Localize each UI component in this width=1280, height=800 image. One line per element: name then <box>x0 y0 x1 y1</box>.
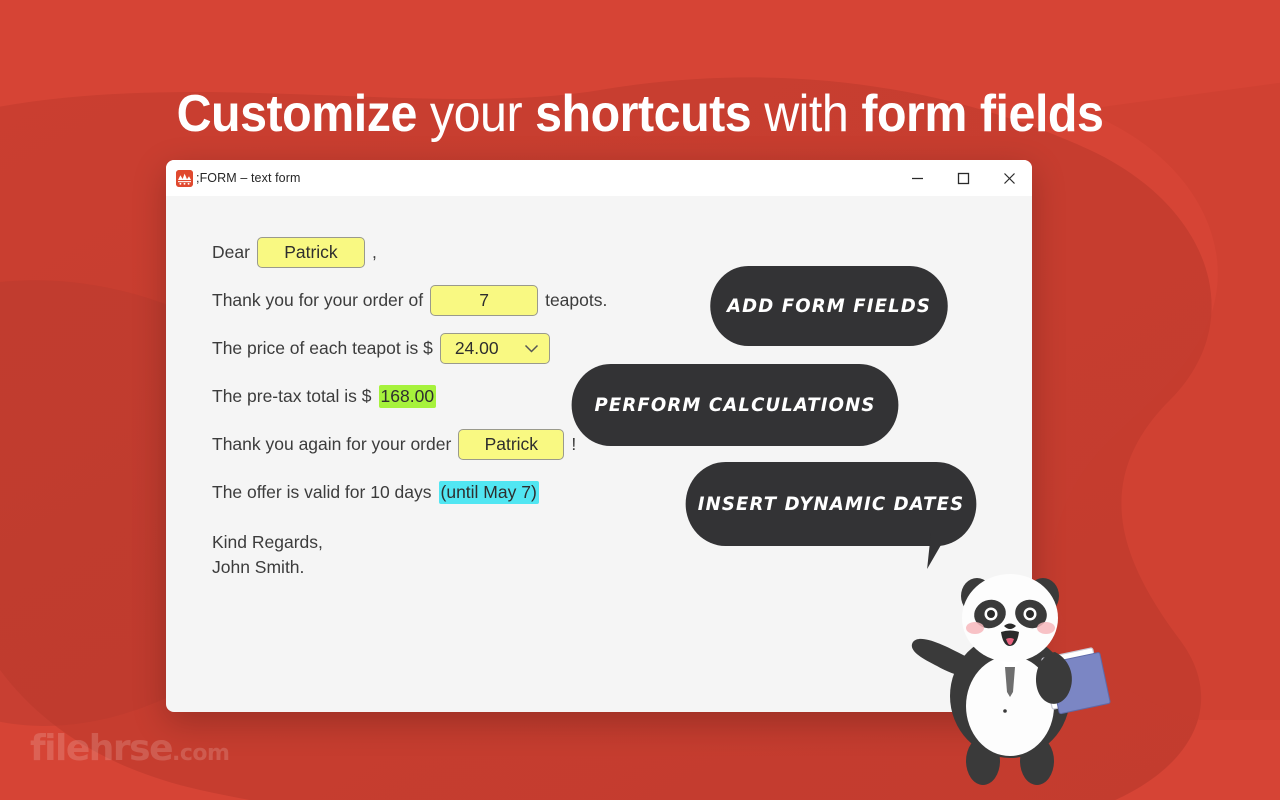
minimize-icon[interactable] <box>894 160 940 196</box>
callout-label-2: Perform calculations <box>594 394 876 416</box>
price-dropdown[interactable]: 24.00 <box>439 332 550 364</box>
watermark-brand-rest: rse <box>112 728 174 769</box>
window-title: ;FORM – text form <box>196 171 301 185</box>
headline-part-1: Customize <box>176 84 418 143</box>
order-suffix: teapots. <box>545 289 608 310</box>
callout-label-1: Add form fields <box>726 295 932 317</box>
calculated-total: 168.00 <box>378 384 437 408</box>
thanks-prefix: Thank you again for your order <box>212 433 452 454</box>
name-field[interactable]: Patrick <box>256 236 365 268</box>
watermark-brand-first: file <box>30 728 90 769</box>
total-prefix: The pre-tax total is $ <box>212 385 372 406</box>
app-icon <box>176 169 193 187</box>
chevron-down-icon <box>524 338 539 359</box>
headline-part-4: with <box>764 84 849 143</box>
price-dropdown-value: 24.00 <box>454 337 499 358</box>
callout-label-3: Insert dynamic dates <box>697 493 965 515</box>
titlebar-left: ;FORM – text form <box>166 169 301 187</box>
order-prefix: Thank you for your order of <box>212 289 424 310</box>
watermark-brand-h: h <box>88 728 115 769</box>
offer-prefix: The offer is valid for 10 days <box>212 481 432 502</box>
callout-add-form-fields: Add form fields <box>710 266 948 346</box>
panda-mascot <box>905 556 1120 786</box>
greeting-suffix: , <box>371 241 377 262</box>
form-line-greeting: Dear Patrick , <box>212 236 1032 268</box>
headline-part-3: shortcuts <box>535 84 752 143</box>
dynamic-date: (until May 7) <box>438 480 539 504</box>
close-icon[interactable] <box>986 160 1032 196</box>
price-prefix: The price of each teapot is $ <box>212 337 433 358</box>
filehorse-watermark: file h rse .com <box>30 728 230 769</box>
name-field-2[interactable]: Patrick <box>458 428 565 460</box>
headline-part-2: your <box>429 84 523 143</box>
callout-perform-calculations: Perform calculations <box>571 364 899 446</box>
headline-part-5: form fields <box>861 84 1104 143</box>
greeting-prefix: Dear <box>212 241 250 262</box>
window-controls <box>894 160 1032 196</box>
quantity-field[interactable]: 7 <box>430 284 539 316</box>
thanks-suffix: ! <box>571 433 577 454</box>
page-title: Customize your shortcuts with form field… <box>45 87 1235 142</box>
window-titlebar[interactable]: ;FORM – text form <box>166 160 1032 196</box>
watermark-domain: .com <box>172 741 230 766</box>
maximize-icon[interactable] <box>940 160 986 196</box>
watermark-horse-icon: h <box>88 728 115 769</box>
